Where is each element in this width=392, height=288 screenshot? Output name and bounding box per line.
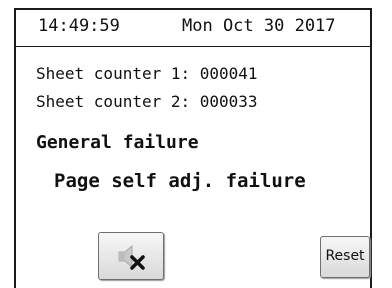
status-panel: 14:49:59 Mon Oct 30 2017 Sheet counter 1… (14, 8, 372, 288)
clock-date: Mon Oct 30 2017 (182, 16, 336, 36)
sheet-counter-2: Sheet counter 2: 000033 (36, 92, 258, 111)
general-failure-message: General failure (36, 132, 199, 153)
mute-button[interactable] (98, 232, 164, 280)
reset-button-label: Reset (325, 248, 365, 264)
sheet-counter-1: Sheet counter 1: 000041 (36, 64, 258, 83)
status-header: 14:49:59 Mon Oct 30 2017 (16, 10, 370, 47)
speaker-muted-icon (118, 244, 145, 270)
clock-time: 14:49:59 (38, 16, 120, 36)
page-self-adj-failure-message: Page self adj. failure (54, 170, 306, 192)
reset-button[interactable]: Reset (320, 236, 370, 278)
